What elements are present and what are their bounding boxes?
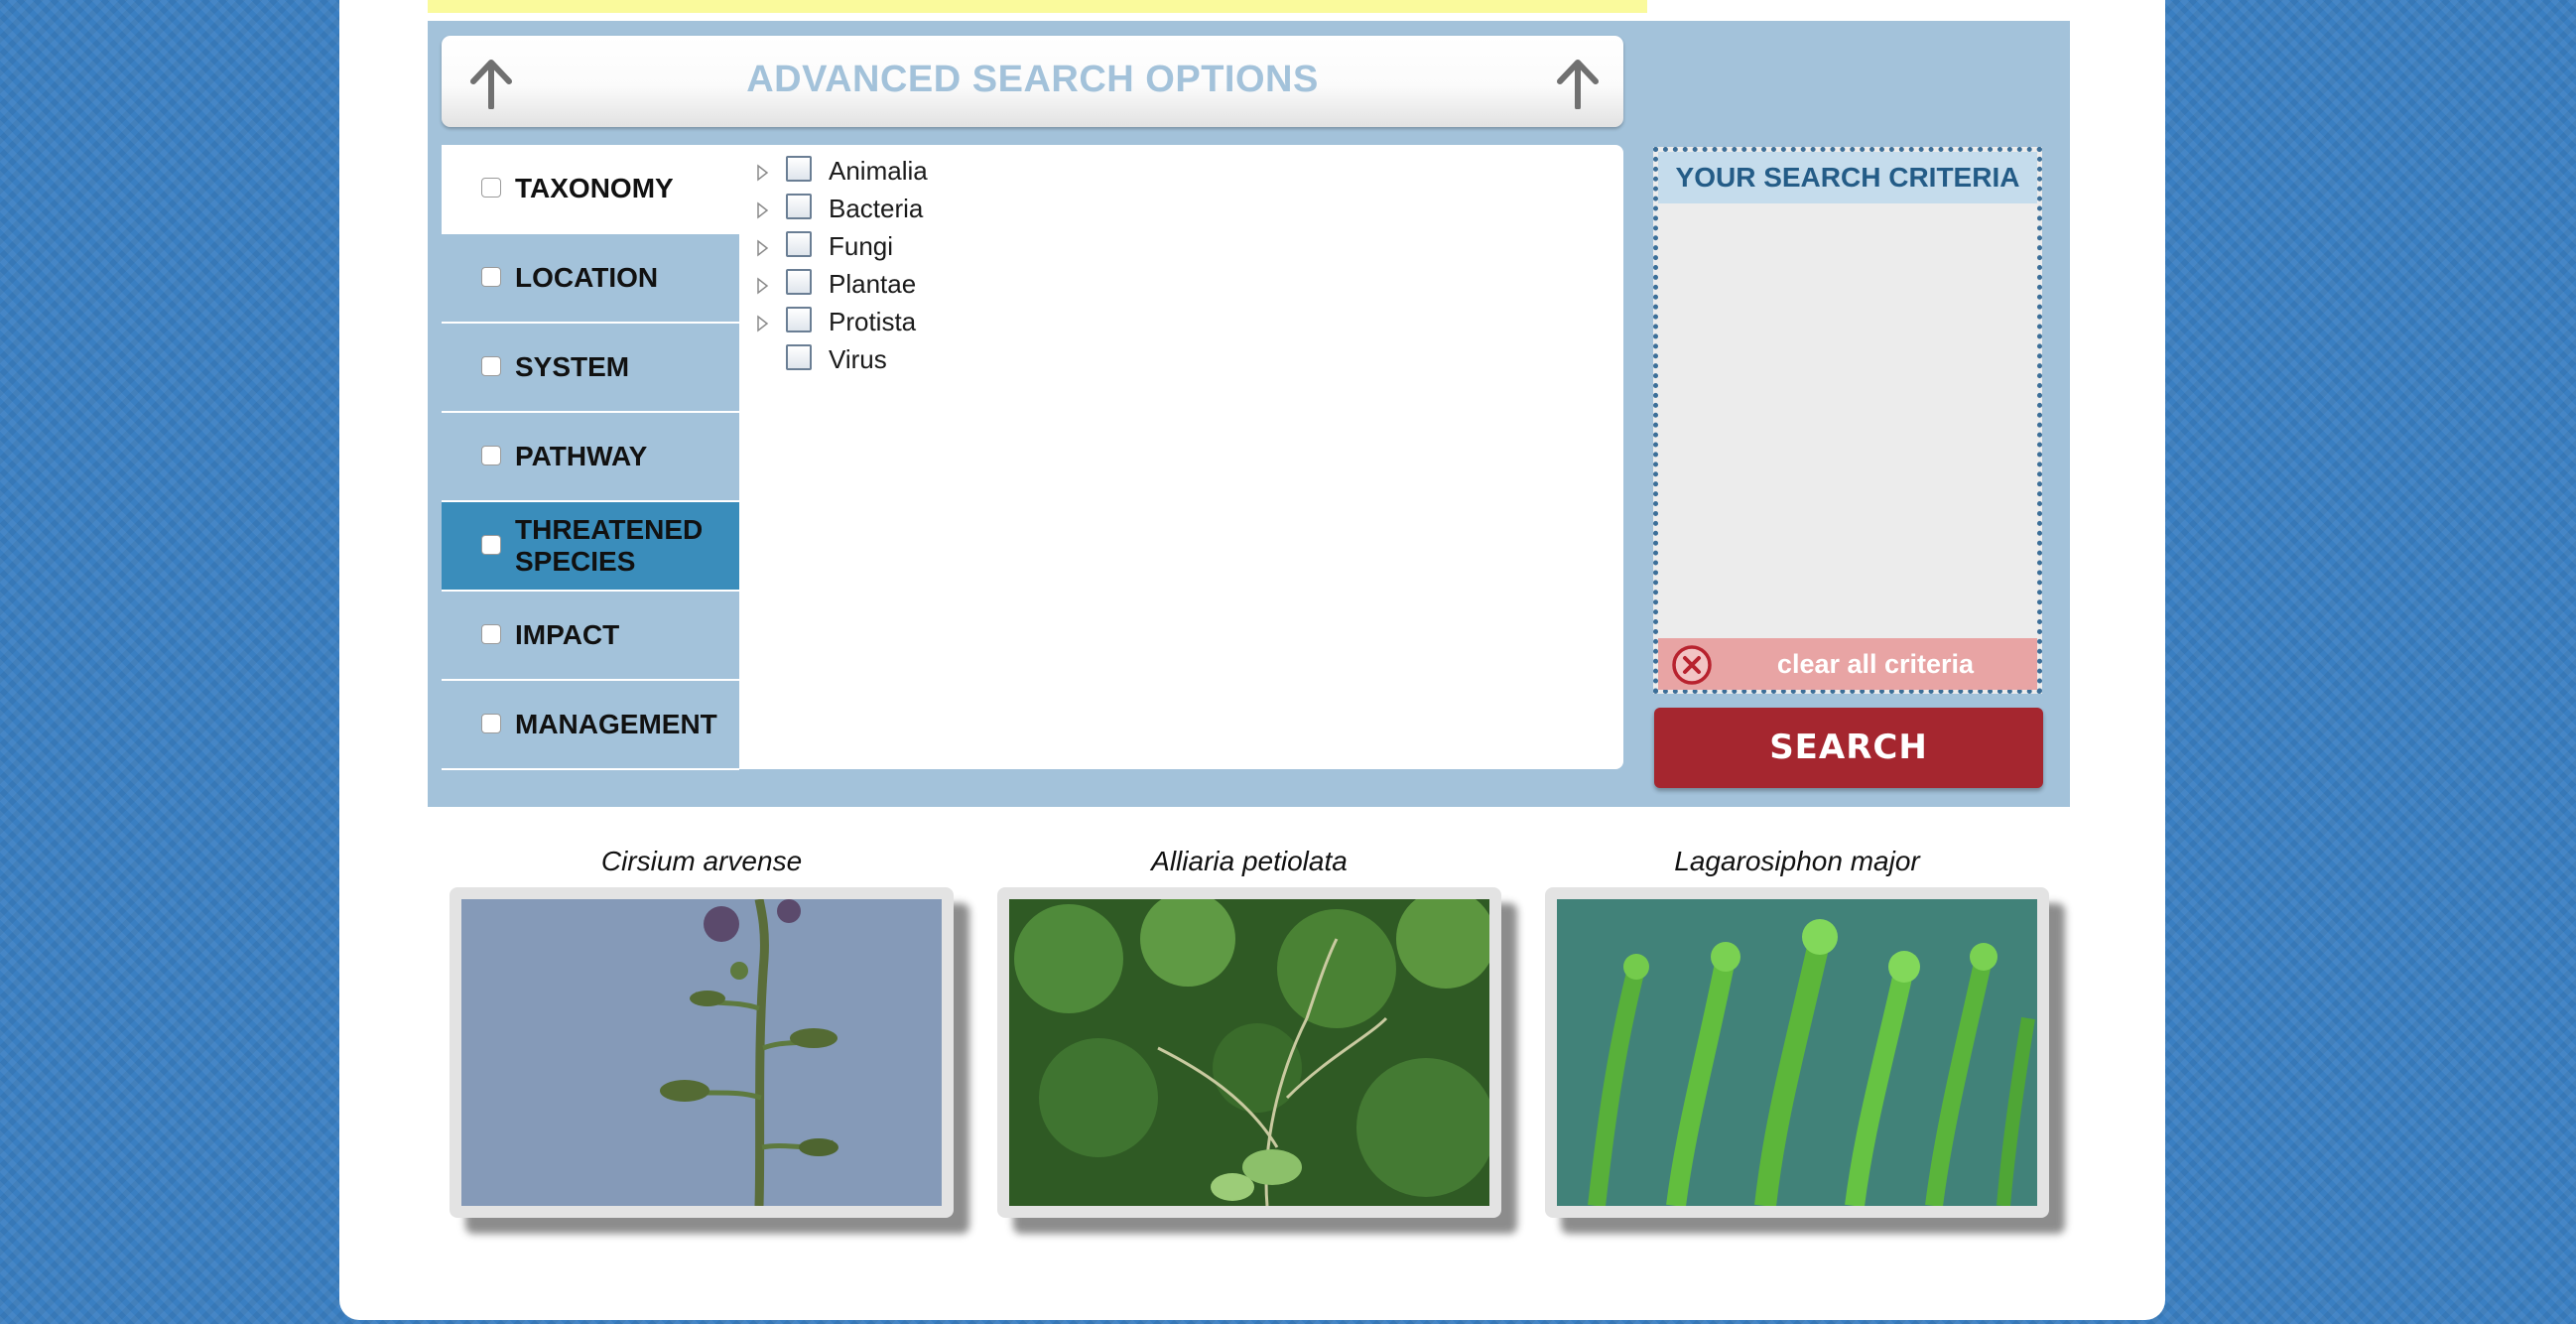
arrow-up-icon[interactable] — [1556, 60, 1600, 109]
tab-label: IMPACT — [515, 619, 620, 650]
tab-system[interactable]: SYSTEM — [442, 324, 739, 413]
tab-checkbox[interactable] — [481, 535, 501, 555]
gallery-frame[interactable] — [450, 887, 954, 1218]
tab-label: THREATENED SPECIES — [515, 514, 704, 577]
tab-threatened-species[interactable]: THREATENED SPECIES — [442, 502, 739, 592]
tree-label: Protista — [829, 307, 917, 336]
tree-label: Virus — [829, 344, 887, 374]
gallery-frame[interactable] — [1545, 887, 2049, 1218]
tree-expand-icon[interactable] — [754, 201, 770, 219]
tree-expand-icon[interactable] — [754, 315, 770, 332]
search-criteria-title: YOUR SEARCH CRITERIA — [1658, 152, 2037, 203]
tab-checkbox[interactable] — [481, 714, 501, 733]
tab-checkbox[interactable] — [481, 446, 501, 465]
taxonomy-tree: Animalia Bacteria Fungi Plantae Protista… — [754, 154, 1151, 380]
tree-item: Plantae — [754, 267, 1151, 305]
search-criteria-box: YOUR SEARCH CRITERIA clear all criteria — [1653, 147, 2042, 694]
tree-label: Plantae — [829, 269, 917, 299]
tab-label: PATHWAY — [515, 441, 648, 471]
gallery-item[interactable]: Alliaria petiolata — [997, 842, 1501, 1218]
tab-checkbox[interactable] — [481, 178, 501, 198]
tree-expand-icon[interactable] — [754, 239, 770, 257]
tree-item: Bacteria — [754, 192, 1151, 229]
clear-all-criteria-label: clear all criteria — [1776, 649, 1975, 679]
tab-impact[interactable]: IMPACT — [442, 592, 739, 681]
tab-management[interactable]: MANAGEMENT — [442, 681, 739, 770]
tab-checkbox[interactable] — [481, 624, 501, 644]
tree-checkbox[interactable] — [786, 231, 812, 257]
tab-pathway[interactable]: PATHWAY — [442, 413, 739, 502]
tree-checkbox[interactable] — [786, 307, 812, 332]
tab-label: MANAGEMENT — [515, 709, 717, 739]
tab-location[interactable]: LOCATION — [442, 234, 739, 324]
tree-checkbox[interactable] — [786, 156, 812, 182]
advanced-search-title: ADVANCED SEARCH OPTIONS — [746, 59, 1319, 100]
gallery-caption: Lagarosiphon major — [1674, 846, 1920, 876]
lagarosiphon-major-photo[interactable] — [1557, 899, 2037, 1206]
cirsium-arvense-photo[interactable] — [461, 899, 942, 1206]
gallery-item[interactable]: Cirsium arvense — [450, 842, 954, 1218]
advanced-search-header[interactable]: ADVANCED SEARCH OPTIONS — [442, 36, 1623, 127]
tree-label: Bacteria — [829, 194, 924, 223]
tab-checkbox[interactable] — [481, 267, 501, 287]
tab-taxonomy[interactable]: TAXONOMY — [442, 145, 739, 232]
gallery-frame[interactable] — [997, 887, 1501, 1218]
tree-label: Animalia — [829, 156, 928, 186]
clear-all-criteria-button[interactable]: clear all criteria — [1658, 638, 2037, 690]
alliaria-petiolata-photo[interactable] — [1009, 899, 1489, 1206]
tab-label: SYSTEM — [515, 351, 630, 382]
search-button[interactable]: SEARCH — [1654, 708, 2043, 788]
gallery-item[interactable]: Lagarosiphon major — [1545, 842, 2049, 1218]
tree-item: Fungi — [754, 229, 1151, 267]
clear-circle-x-icon[interactable] — [1670, 643, 1714, 687]
tree-checkbox[interactable] — [786, 269, 812, 295]
tree-item: Virus — [754, 342, 1151, 380]
tree-checkbox[interactable] — [786, 194, 812, 219]
tree-checkbox[interactable] — [786, 344, 812, 370]
tree-label: Fungi — [829, 231, 894, 261]
tree-item: Animalia — [754, 154, 1151, 192]
tree-item: Protista — [754, 305, 1151, 342]
notice-bar — [428, 0, 1647, 13]
tab-checkbox[interactable] — [481, 356, 501, 376]
tab-label: TAXONOMY — [515, 173, 674, 203]
tree-expand-icon[interactable] — [754, 277, 770, 295]
gallery-caption: Alliaria petiolata — [1151, 846, 1348, 876]
gallery-caption: Cirsium arvense — [600, 846, 803, 876]
tree-expand-icon[interactable] — [754, 164, 770, 182]
tab-label: LOCATION — [515, 262, 659, 293]
